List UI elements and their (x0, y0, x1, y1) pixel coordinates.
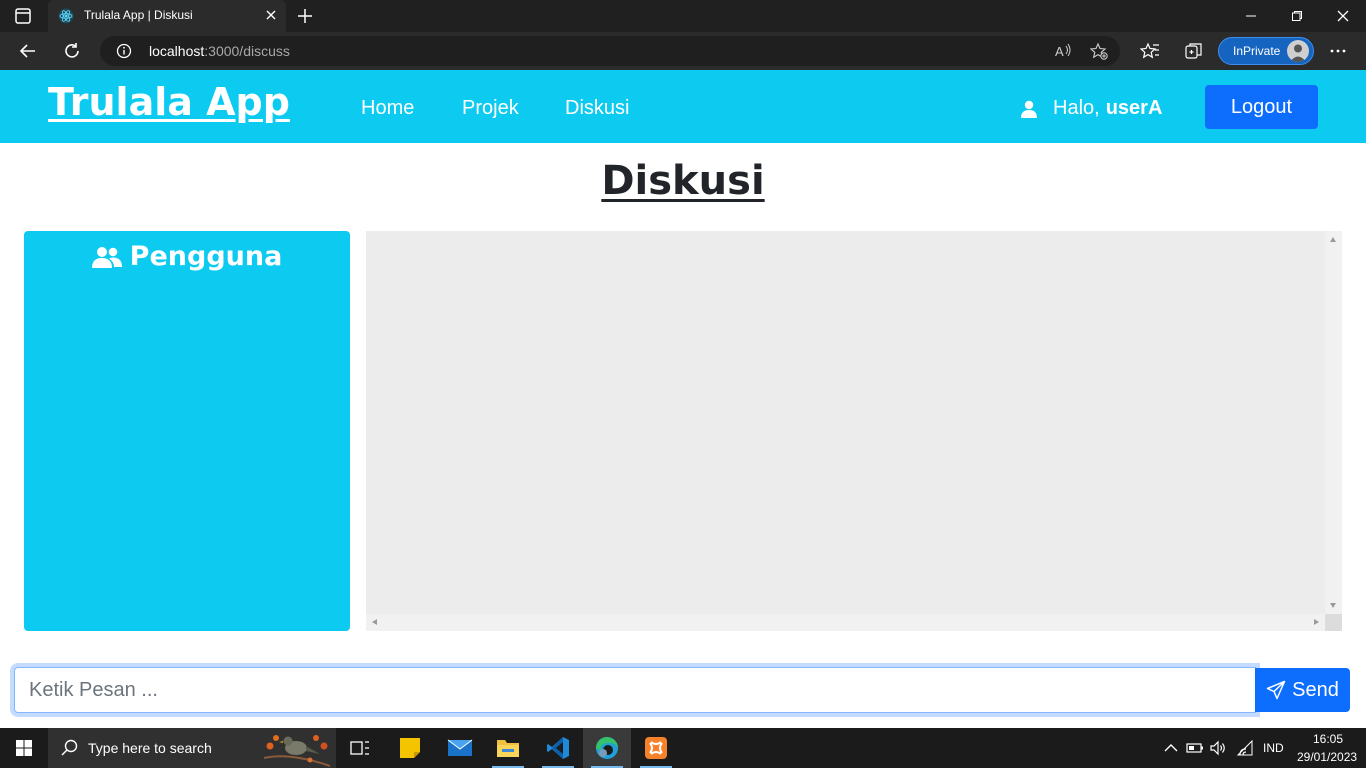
svg-text:A: A (1055, 44, 1064, 59)
xampp-app[interactable] (632, 728, 680, 768)
xampp-icon (645, 737, 667, 759)
nav-link-home[interactable]: Home (361, 97, 414, 120)
send-icon (1266, 680, 1286, 700)
edge-app[interactable] (583, 728, 631, 768)
chevron-up-icon[interactable] (1162, 739, 1180, 757)
address-bar[interactable]: localhost:3000/discuss A (100, 36, 1120, 66)
profile-avatar (1287, 40, 1309, 62)
close-tab-icon[interactable] (264, 8, 278, 22)
message-input[interactable] (14, 667, 1256, 713)
refresh-icon[interactable] (62, 41, 82, 61)
os-taskbar: Type here to search IND 16:05 29/01/2023 (0, 728, 1366, 768)
url-text: localhost:3000/discuss (149, 43, 290, 59)
mail-icon (447, 739, 473, 756)
users-icon (91, 246, 122, 268)
scrollbar-corner (1325, 614, 1342, 631)
taskbar-search[interactable]: Type here to search (48, 728, 336, 768)
scroll-left-icon[interactable] (372, 619, 377, 625)
new-tab-icon[interactable] (296, 7, 314, 25)
restore-button[interactable] (1274, 0, 1320, 32)
back-icon[interactable] (18, 41, 38, 61)
inprivate-badge[interactable]: InPrivate (1218, 37, 1314, 65)
volume-icon[interactable] (1209, 739, 1227, 757)
tab-actions-icon[interactable] (14, 7, 32, 25)
horizontal-scrollbar[interactable] (366, 614, 1325, 631)
vscode-app[interactable] (534, 728, 582, 768)
greeting-text: Halo, (1053, 97, 1100, 119)
browser-toolbar: localhost:3000/discuss A InPrivate (0, 32, 1366, 70)
chat-messages-area[interactable] (366, 231, 1342, 631)
users-panel-header: Pengguna (24, 241, 350, 272)
search-icon (61, 739, 78, 756)
task-view-button[interactable] (336, 728, 384, 768)
browser-tab[interactable]: Trulala App | Diskusi (48, 0, 286, 32)
read-aloud-icon[interactable]: A (1054, 42, 1072, 60)
react-icon (58, 8, 74, 24)
tab-title: Trulala App | Diskusi (84, 8, 193, 22)
mail-app[interactable] (436, 728, 484, 768)
close-window-button[interactable] (1320, 0, 1366, 32)
wifi-icon[interactable] (1236, 739, 1254, 757)
battery-icon[interactable] (1186, 739, 1204, 757)
favorites-icon[interactable] (1140, 41, 1160, 61)
inprivate-label: InPrivate (1233, 44, 1281, 58)
clock-time[interactable]: 16:05 (1313, 732, 1343, 746)
logout-button[interactable]: Logout (1205, 85, 1318, 129)
bird-illustration-icon (263, 735, 331, 767)
vscode-icon (547, 737, 569, 759)
task-view-icon (350, 741, 369, 755)
search-placeholder: Type here to search (88, 740, 212, 756)
collections-icon[interactable] (1184, 41, 1204, 61)
user-icon (1021, 100, 1037, 118)
add-favorite-icon[interactable] (1090, 42, 1108, 60)
windows-logo-icon (16, 740, 32, 756)
clock-date[interactable]: 29/01/2023 (1297, 750, 1357, 764)
users-panel: Pengguna (24, 231, 350, 631)
app-navbar: Trulala App Home Projek Diskusi Halo, us… (0, 70, 1366, 143)
sticky-notes-app[interactable] (386, 728, 434, 768)
page-title: Diskusi (601, 158, 765, 204)
browser-tab-bar: Trulala App | Diskusi (0, 0, 1366, 32)
folder-icon (497, 740, 519, 757)
nav-link-diskusi[interactable]: Diskusi (565, 97, 629, 120)
start-button[interactable] (0, 728, 48, 768)
scroll-down-icon[interactable] (1330, 603, 1336, 608)
brand-logo-link[interactable]: Trulala App (48, 80, 290, 124)
file-explorer-app[interactable] (484, 728, 532, 768)
sticky-notes-icon (400, 738, 420, 758)
users-panel-title: Pengguna (129, 241, 283, 272)
username: userA (1105, 97, 1163, 119)
user-greeting: Halo, userA (1021, 97, 1162, 120)
site-info-icon[interactable] (116, 43, 132, 59)
language-indicator[interactable]: IND (1263, 741, 1284, 755)
vertical-scrollbar[interactable] (1325, 231, 1342, 614)
scroll-up-icon[interactable] (1330, 237, 1336, 242)
minimize-button[interactable] (1228, 0, 1274, 32)
send-label: Send (1292, 678, 1339, 701)
more-options-icon[interactable] (1328, 41, 1348, 61)
send-button[interactable]: Send (1255, 668, 1350, 712)
edge-icon (596, 737, 618, 759)
scroll-right-icon[interactable] (1314, 619, 1319, 625)
nav-link-projek[interactable]: Projek (462, 97, 519, 120)
